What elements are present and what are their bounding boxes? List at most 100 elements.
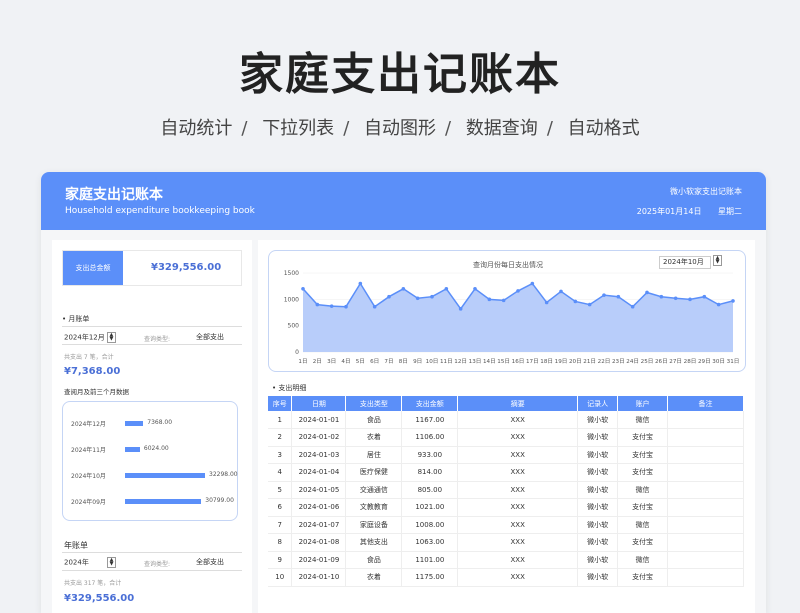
x-tick-label: 23日: [612, 358, 625, 365]
column-header: 备注: [667, 396, 744, 411]
table-cell: 食品: [345, 411, 403, 429]
x-tick-label: 13日: [469, 358, 482, 365]
table-cell: [667, 516, 744, 534]
table-cell: 1021.00: [401, 498, 459, 517]
workbook-card: 家庭支出记账本 Household expenditure bookkeepin…: [41, 172, 766, 613]
month-select[interactable]: 2024年12月 ▲ ▼: [64, 332, 116, 343]
x-tick-label: 8日: [399, 358, 408, 365]
data-point: [301, 287, 305, 291]
table-cell: 2024-01-10: [291, 568, 347, 587]
table-cell: 微小软: [577, 516, 619, 534]
table-cell: [667, 411, 744, 429]
x-tick-label: 4日: [341, 358, 350, 365]
x-tick-label: 30日: [712, 358, 725, 365]
table-cell: 衣着: [345, 568, 403, 587]
table-cell: 805.00: [401, 481, 459, 499]
table-cell: XXX: [457, 533, 579, 552]
recent-month-value: 6024.00: [143, 445, 169, 452]
x-tick-label: 5日: [356, 358, 365, 365]
monthly-query-type[interactable]: 全部支出: [196, 332, 224, 342]
table-cell: XXX: [457, 568, 579, 587]
data-point: [372, 304, 377, 309]
data-point: [702, 294, 707, 299]
table-cell: 7: [268, 516, 293, 534]
yearly-query-type[interactable]: 全部支出: [196, 557, 224, 567]
expense-table: 序号 日期 支出类型 支出金额 摘要 记录人 账户 备注 1 2024-01-01 食品 1167.…: [268, 396, 744, 587]
table-row[interactable]: 8 2024-01-08 其他支出 1063.00 XXX 微小软 支付宝: [268, 533, 744, 552]
table-cell: 微信: [617, 516, 669, 534]
column-header: 支出类型: [345, 396, 403, 411]
current-weekday: 星期二: [718, 207, 742, 216]
table-cell: 5: [268, 481, 293, 499]
table-cell: [667, 428, 744, 447]
table-row[interactable]: 9 2024-01-09 食品 1101.00 XXX 微小软 微信: [268, 551, 744, 569]
table-cell: 1101.00: [401, 551, 459, 569]
table-cell: 微小软: [577, 551, 619, 569]
recent-month-row: 2024年12月 7368.00: [71, 419, 173, 428]
x-tick-label: 26日: [655, 358, 668, 365]
data-point: [630, 304, 635, 309]
table-row[interactable]: 7 2024-01-07 家庭设备 1008.00 XXX 微小软 微信: [268, 516, 744, 534]
table-row[interactable]: 6 2024-01-06 文教教育 1021.00 XXX 微小软 支付宝: [268, 498, 744, 517]
app-subtitle: Household expenditure bookkeeping book: [65, 206, 255, 216]
month-spinner[interactable]: ▲ ▼: [106, 332, 116, 343]
recent-month-row: 2024年10月 32298.00: [71, 471, 238, 480]
x-tick-label: 12日: [454, 358, 467, 365]
y-tick-label: 1000: [284, 296, 299, 303]
table-cell: 微小软: [577, 533, 619, 552]
table-row[interactable]: 10 2024-01-10 衣着 1175.00 XXX 微小软 支付宝: [268, 568, 744, 587]
table-cell: 2024-01-04: [291, 463, 347, 482]
table-cell: 2024-01-06: [291, 498, 347, 517]
data-point: [329, 304, 334, 308]
x-tick-label: 3日: [327, 358, 336, 365]
table-row[interactable]: 2 2024-01-02 衣着 1106.00 XXX 微小软 支付宝: [268, 428, 744, 447]
recent-month-value: 30799.00: [205, 497, 234, 504]
data-point: [616, 294, 621, 299]
table-cell: 1: [268, 411, 293, 429]
x-tick-label: 18日: [540, 358, 553, 365]
x-tick-label: 19日: [555, 358, 568, 365]
table-cell: 食品: [345, 551, 403, 569]
x-tick-label: 22日: [598, 358, 611, 365]
tag-auto-format: 自动格式: [567, 118, 640, 139]
recent-month-bar: [125, 473, 205, 478]
yearly-summary: 共支出 317 笔，合计: [64, 580, 122, 587]
table-cell: 6: [268, 498, 293, 517]
table-cell: 1106.00: [401, 428, 459, 447]
table-cell: 支付宝: [617, 533, 669, 552]
table-cell: 支付宝: [617, 568, 669, 587]
year-select[interactable]: 2024年 ▲ ▼: [64, 557, 117, 568]
recent-month-row: 2024年09月 30799.00: [71, 497, 234, 506]
table-cell: XXX: [457, 516, 579, 534]
table-cell: 微小软: [577, 428, 619, 447]
table-cell: XXX: [457, 481, 579, 499]
table-cell: 微小软: [577, 411, 619, 429]
table-row[interactable]: 4 2024-01-04 医疗保健 814.00 XXX 微小软 支付宝: [268, 463, 744, 482]
tag-auto-stats: 自动统计: [160, 118, 233, 139]
table-cell: 衣着: [345, 428, 403, 447]
yearly-query-label: 查询类型:: [144, 561, 171, 568]
y-tick-label: 500: [288, 323, 300, 330]
data-point: [673, 296, 678, 301]
recent-month-bar: [125, 499, 202, 504]
table-cell: 文教教育: [345, 498, 403, 517]
table-row[interactable]: 3 2024-01-03 居住 933.00 XXX 微小软 支付宝: [268, 446, 744, 464]
data-point: [559, 289, 563, 294]
table-cell: 支付宝: [617, 428, 669, 447]
table-cell: 2: [268, 428, 293, 447]
data-point: [473, 287, 477, 291]
data-point: [315, 302, 320, 307]
year-spinner[interactable]: ▲ ▼: [107, 557, 117, 568]
app-title: 家庭支出记账本: [65, 187, 163, 203]
data-point: [659, 294, 664, 299]
data-point: [487, 297, 492, 302]
tag-dropdown: 下拉列表: [262, 118, 335, 139]
tag-data-query: 数据查询: [465, 118, 538, 139]
table-cell: 814.00: [401, 463, 459, 482]
table-cell: 微小软: [577, 568, 619, 587]
table-cell: 微小软: [577, 481, 619, 499]
app-header: 家庭支出记账本 Household expenditure bookkeepin…: [41, 172, 766, 230]
table-row[interactable]: 5 2024-01-05 交通通信 805.00 XXX 微小软 微信: [268, 481, 744, 499]
table-row[interactable]: 1 2024-01-01 食品 1167.00 XXX 微小软 微信: [268, 411, 744, 429]
table-cell: 2024-01-07: [291, 516, 347, 534]
